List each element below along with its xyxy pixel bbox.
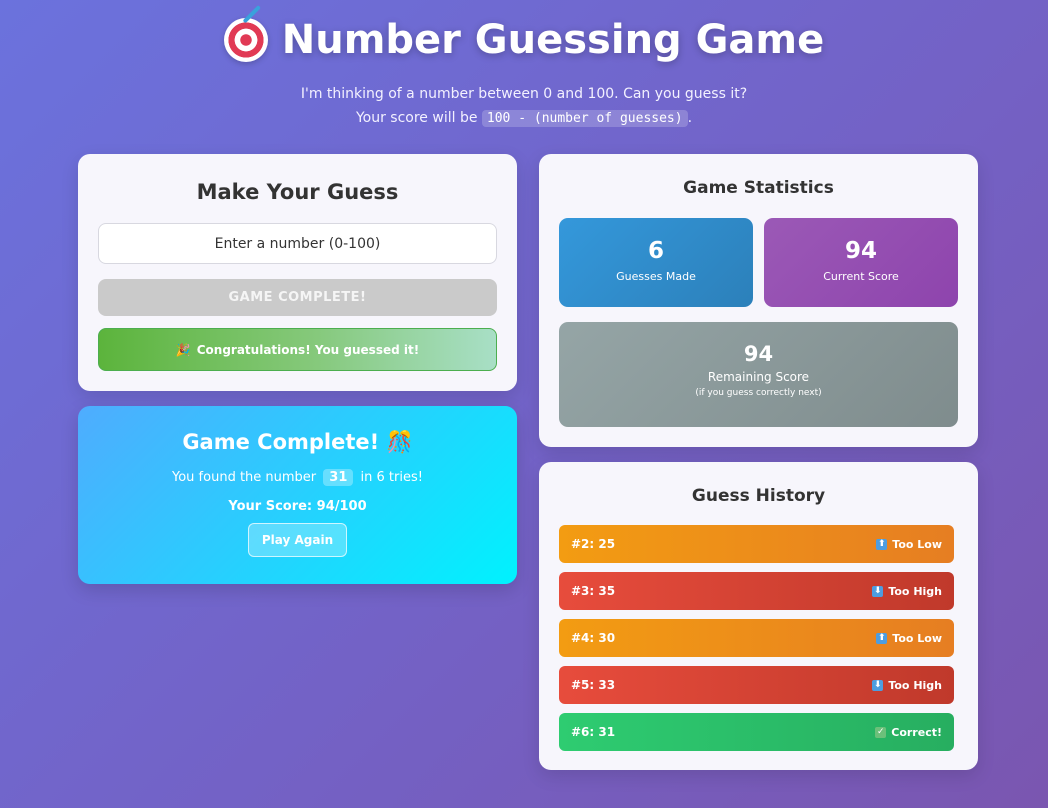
found-text-after: in 6 tries! — [360, 470, 423, 485]
history-item: #3: 35 ⬇ Too High — [559, 572, 954, 610]
dart-target-icon — [223, 18, 268, 62]
remaining-score-note: (if you guess correctly next) — [695, 388, 822, 398]
page-header: Number Guessing Game I'm thinking of a n… — [0, 12, 1048, 131]
guess-input[interactable] — [98, 223, 497, 264]
page-subtitle: I'm thinking of a number between 0 and 1… — [294, 82, 754, 131]
play-again-button[interactable]: Play Again — [248, 523, 347, 557]
history-item: #6: 31 ✓ Correct! — [559, 713, 954, 751]
history-hint-text: Too Low — [892, 537, 942, 551]
history-item-label: #4: 30 — [571, 631, 616, 645]
confetti-icon: 🎊 — [386, 430, 413, 454]
guess-history-list[interactable]: #2: 25 ⬆ Too Low #3: 35 ⬇ Too High #4: 30 … — [559, 525, 958, 755]
remaining-score-stat: 94 Remaining Score (if you guess correct… — [559, 322, 958, 427]
history-hint-text: Too High — [888, 678, 942, 692]
statistics-title: Game Statistics — [683, 178, 834, 198]
current-score-value: 94 — [844, 238, 877, 264]
guesses-made-value: 6 — [647, 238, 664, 264]
game-complete-panel: Game Complete! 🎊 You found the number 31… — [78, 406, 517, 584]
current-score-stat: 94 Current Score — [764, 218, 958, 307]
page-title: Number Guessing Game — [223, 12, 825, 68]
history-item-hint: ⬇ Too High — [872, 585, 942, 598]
remaining-score-label: Remaining Score — [707, 370, 810, 384]
history-item-label: #2: 25 — [571, 537, 616, 551]
history-hint-text: Correct! — [891, 725, 942, 739]
party-popper-icon: 🎉 — [175, 342, 191, 357]
subtitle-end: . — [687, 110, 693, 126]
game-complete-title: Game Complete! 🎊 — [78, 430, 517, 455]
arrow-down-icon: ⬇ — [872, 679, 884, 691]
success-message-text: Congratulations! You guessed it! — [196, 342, 420, 357]
game-complete-title-text: Game Complete! — [182, 430, 380, 454]
success-message: 🎉 Congratulations! You guessed it! — [98, 328, 497, 371]
history-item-label: #6: 31 — [571, 725, 616, 739]
found-number-text: You found the number 31 in 6 tries! — [78, 469, 517, 486]
history-hint-text: Too Low — [892, 631, 942, 645]
submit-guess-button[interactable]: GAME COMPLETE! — [98, 279, 497, 316]
guess-history-panel: Guess History #2: 25 ⬆ Too Low #3: 35 ⬇ To… — [539, 462, 978, 770]
current-score-label: Current Score — [823, 270, 899, 283]
final-score: Your Score: 94/100 — [228, 499, 367, 514]
history-item-hint: ⬆ Too Low — [876, 538, 942, 551]
statistics-panel: Game Statistics 6 Guesses Made 94 Curren… — [539, 154, 978, 447]
history-item: #2: 25 ⬆ Too Low — [559, 525, 954, 563]
history-item-hint: ⬇ Too High — [872, 679, 942, 692]
history-item: #5: 33 ⬇ Too High — [559, 666, 954, 704]
secret-number-badge: 31 — [323, 469, 354, 486]
guesses-made-stat: 6 Guesses Made — [559, 218, 753, 307]
guess-history-title: Guess History — [691, 486, 826, 506]
page-title-text: Number Guessing Game — [281, 17, 825, 63]
history-item: #4: 30 ⬆ Too Low — [559, 619, 954, 657]
score-formula: 100 - (number of guesses) — [481, 110, 688, 127]
guesses-made-label: Guesses Made — [616, 270, 696, 283]
arrow-up-icon: ⬆ — [876, 538, 888, 550]
history-item-hint: ✓ Correct! — [875, 726, 942, 739]
found-text-before: You found the number — [172, 470, 317, 485]
history-hint-text: Too High — [888, 584, 942, 598]
history-item-label: #5: 33 — [571, 678, 616, 692]
guess-panel: Make Your Guess GAME COMPLETE! 🎉 Congrat… — [78, 154, 517, 391]
history-item-label: #3: 35 — [571, 584, 616, 598]
arrow-up-icon: ⬆ — [876, 632, 888, 644]
guess-panel-title: Make Your Guess — [196, 180, 399, 204]
history-item-hint: ⬆ Too Low — [876, 632, 942, 645]
checkmark-icon: ✓ — [875, 726, 887, 738]
remaining-score-value: 94 — [743, 342, 774, 366]
arrow-down-icon: ⬇ — [872, 585, 884, 597]
